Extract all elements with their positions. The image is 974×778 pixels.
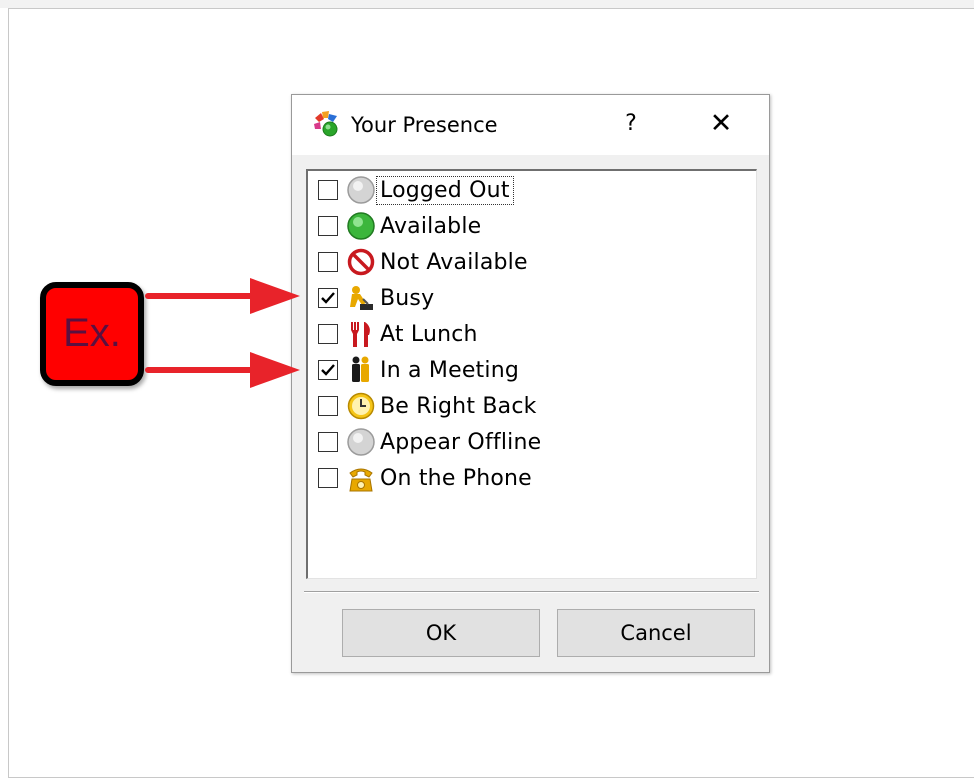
presence-app-icon — [314, 111, 338, 137]
cancel-button[interactable]: Cancel — [557, 609, 755, 657]
checkbox-be-right-back[interactable] — [318, 396, 338, 416]
gray-circle-icon — [347, 176, 375, 204]
your-presence-dialog: Your Presence ? ✕ Logged Out Available N… — [291, 94, 770, 673]
gray-circle-icon — [347, 428, 375, 456]
dialog-title: Your Presence — [351, 113, 498, 137]
presence-item-on-the-phone[interactable]: On the Phone — [318, 461, 534, 495]
callout-text: Ex. — [63, 311, 121, 355]
checkbox-in-a-meeting[interactable] — [318, 360, 338, 380]
arrow-to-meeting-icon — [145, 352, 300, 388]
green-circle-icon — [347, 212, 375, 240]
busy-worker-icon — [350, 286, 373, 310]
presence-label: On the Phone — [380, 465, 532, 491]
checkbox-available[interactable] — [318, 216, 338, 236]
fork-knife-icon — [351, 322, 370, 347]
presence-label: Be Right Back — [380, 393, 537, 419]
checkbox-at-lunch[interactable] — [318, 324, 338, 344]
presence-item-in-a-meeting[interactable]: In a Meeting — [318, 353, 521, 387]
close-button[interactable]: ✕ — [704, 107, 738, 141]
meeting-people-icon — [352, 356, 369, 382]
check-mark-icon — [321, 364, 335, 376]
example-callout: Ex. — [40, 282, 144, 386]
presence-item-logged-out[interactable]: Logged Out — [318, 173, 514, 207]
presence-label: Appear Offline — [380, 429, 542, 455]
no-entry-icon — [347, 248, 375, 276]
phone-icon — [349, 468, 373, 492]
presence-item-be-right-back[interactable]: Be Right Back — [318, 389, 539, 423]
presence-item-appear-offline[interactable]: Appear Offline — [318, 425, 543, 459]
checkbox-busy[interactable] — [318, 288, 338, 308]
checkbox-on-the-phone[interactable] — [318, 468, 338, 488]
checkbox-logged-out[interactable] — [318, 180, 338, 200]
presence-label: Logged Out — [376, 175, 514, 205]
check-mark-icon — [321, 292, 335, 304]
presence-item-busy[interactable]: Busy — [318, 281, 436, 315]
checkbox-not-available[interactable] — [318, 252, 338, 272]
presence-item-not-available[interactable]: Not Available — [318, 245, 530, 279]
presence-item-at-lunch[interactable]: At Lunch — [318, 317, 480, 351]
presence-label: Busy — [380, 285, 435, 311]
presence-label: At Lunch — [380, 321, 478, 347]
arrow-to-busy-icon — [145, 278, 300, 314]
button-separator — [304, 591, 759, 593]
window-top-edge — [0, 0, 974, 8]
presence-label: In a Meeting — [380, 357, 519, 383]
help-button[interactable]: ? — [618, 107, 644, 141]
presence-list[interactable]: Logged Out Available Not Available Busy … — [306, 169, 757, 579]
presence-label: Not Available — [380, 249, 528, 275]
checkbox-appear-offline[interactable] — [318, 432, 338, 452]
dialog-titlebar: Your Presence ? ✕ — [292, 95, 769, 155]
presence-label: Available — [380, 213, 482, 239]
clock-icon — [347, 392, 375, 420]
ok-button[interactable]: OK — [342, 609, 540, 657]
presence-item-available[interactable]: Available — [318, 209, 483, 243]
